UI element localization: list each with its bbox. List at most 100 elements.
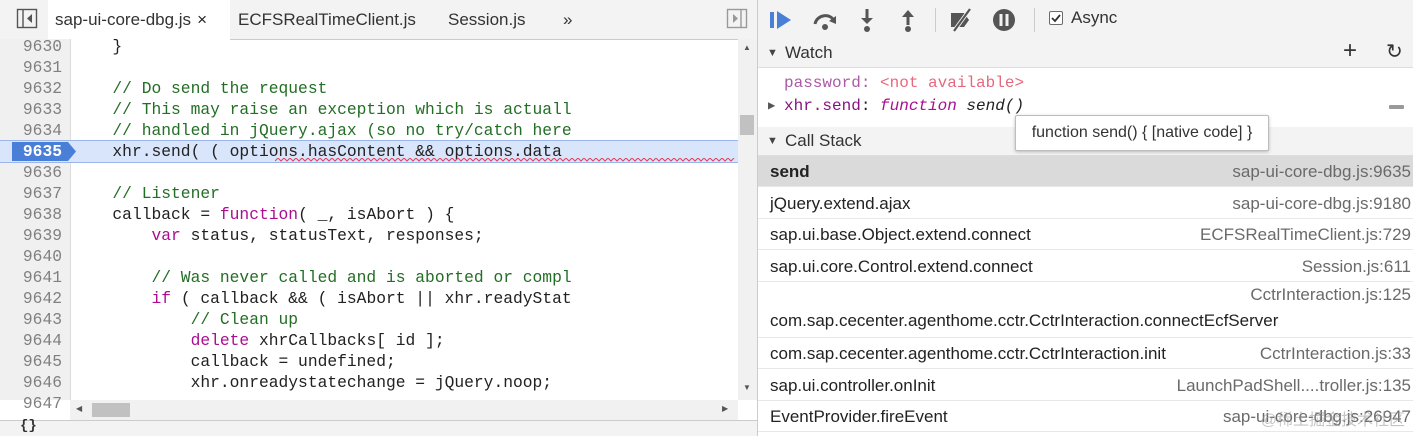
code-line[interactable]: 9639 var status, statusText, responses; bbox=[0, 225, 738, 246]
code-line-execution[interactable]: 9635 xhr.send( ( options.hasContent && o… bbox=[0, 140, 739, 163]
code-comment: // Was never called and is aborted or co… bbox=[151, 268, 572, 287]
step-into-icon bbox=[861, 9, 873, 32]
tab-label: ECFSRealTimeClient.js bbox=[238, 10, 416, 29]
line-number[interactable]: 9634 bbox=[0, 120, 66, 141]
code-line[interactable]: 9638 callback = function( _, isAbort ) { bbox=[0, 204, 738, 225]
resume-button[interactable] bbox=[768, 7, 794, 33]
code-line[interactable]: 9633 // This may raise an exception whic… bbox=[0, 99, 738, 120]
line-number[interactable]: 9637 bbox=[0, 183, 66, 204]
line-number[interactable]: 9638 bbox=[0, 204, 66, 225]
code-text: // Was never called and is aborted or co… bbox=[0, 267, 572, 288]
vertical-scroll-thumb[interactable] bbox=[740, 115, 754, 135]
line-number[interactable]: 9645 bbox=[0, 351, 66, 372]
frame-location-link[interactable]: sap-ui-core-dbg.js:9635 bbox=[1232, 162, 1411, 182]
callstack-frame[interactable]: sap.ui.base.Object.extend.connect ECFSRea… bbox=[758, 219, 1413, 250]
add-watch-button[interactable]: + bbox=[1343, 37, 1357, 65]
frame-function-name: sap.ui.controller.onInit bbox=[770, 375, 936, 395]
callstack-title: Call Stack bbox=[785, 131, 862, 150]
tab-sap-ui-core-dbg-js[interactable]: sap-ui-core-dbg.js × bbox=[48, 0, 230, 40]
line-number[interactable]: 9632 bbox=[0, 78, 66, 99]
line-number[interactable]: 9633 bbox=[0, 99, 66, 120]
watch-value-keyword: function bbox=[880, 97, 957, 115]
frame-location-link[interactable]: ECFSRealTimeClient.js:729 bbox=[1200, 225, 1411, 245]
code-line[interactable]: 9634 // handled in jQuery.ajax (so no tr… bbox=[0, 120, 738, 141]
frame-location-link[interactable]: CctrInteraction.js:33 bbox=[1260, 344, 1411, 364]
line-number[interactable]: 9642 bbox=[0, 288, 66, 309]
step-out-button[interactable] bbox=[895, 7, 921, 33]
async-checkbox[interactable] bbox=[1049, 11, 1063, 25]
code-comment: // This may raise an exception which is … bbox=[112, 100, 572, 119]
callstack-frame[interactable]: com.sap.cecenter.agenthome.cctr.CctrInte… bbox=[758, 282, 1413, 338]
line-number[interactable]: 9644 bbox=[0, 330, 66, 351]
line-number[interactable]: 9643 bbox=[0, 309, 66, 330]
watch-name: xhr.send bbox=[784, 97, 861, 115]
resume-icon bbox=[770, 11, 791, 29]
code-line[interactable]: 9641 // Was never called and is aborted … bbox=[0, 267, 738, 288]
frame-location-link[interactable]: Session.js:611 bbox=[1302, 257, 1411, 277]
code-line[interactable]: 9643 // Clean up bbox=[0, 309, 738, 330]
tab-ecfsrealtimeclient-js[interactable]: ECFSRealTimeClient.js bbox=[238, 0, 416, 39]
scroll-left-arrow-icon[interactable]: ◀ bbox=[76, 404, 82, 413]
code-text: if ( callback && ( isAbort || xhr.readyS… bbox=[0, 288, 572, 309]
frame-function-name: sap.ui.base.Object.extend.connect bbox=[770, 225, 1031, 244]
horizontal-scrollbar[interactable]: ◀ ▶ bbox=[70, 400, 738, 420]
code-line[interactable]: 9637 // Listener bbox=[0, 183, 738, 204]
callstack-frame[interactable]: com.sap.cecenter.agenthome.cctr.CctrInte… bbox=[758, 338, 1413, 369]
sources-panel: sap-ui-core-dbg.js × ECFSRealTimeClient.js… bbox=[0, 0, 757, 436]
toggle-navigator-button[interactable] bbox=[16, 7, 38, 31]
collapse-triangle-icon: ▼ bbox=[767, 135, 778, 147]
deactivate-breakpoints-button[interactable] bbox=[948, 7, 974, 33]
pause-on-exceptions-icon bbox=[993, 9, 1015, 31]
watch-expression: password: <not available> bbox=[784, 72, 1024, 94]
pause-on-exceptions-button[interactable] bbox=[991, 7, 1017, 33]
code-line[interactable]: 9636 bbox=[0, 162, 738, 183]
code-line[interactable]: 9644 delete xhrCallbacks[ id ]; bbox=[0, 330, 738, 351]
scroll-up-arrow-icon[interactable]: ▲ bbox=[743, 43, 751, 52]
callstack-frame[interactable]: sap.ui.controller.onInit LaunchPadShell..… bbox=[758, 370, 1413, 401]
toggle-debugger-button[interactable] bbox=[726, 7, 748, 31]
delete-watch-icon[interactable] bbox=[1389, 105, 1404, 109]
line-number[interactable]: 9641 bbox=[0, 267, 66, 288]
code-line[interactable]: 9642 if ( callback && ( isAbort || xhr.r… bbox=[0, 288, 738, 309]
callstack-frame[interactable]: send sap-ui-core-dbg.js:9635 bbox=[758, 156, 1413, 187]
step-over-button[interactable] bbox=[812, 7, 838, 33]
expand-triangle-icon[interactable]: ▶ bbox=[768, 95, 775, 117]
frame-function-name: jQuery.extend.ajax bbox=[770, 193, 911, 213]
code-line[interactable]: 9632 // Do send the request bbox=[0, 78, 738, 99]
code-line[interactable]: 9645 callback = undefined; bbox=[0, 351, 738, 372]
line-number[interactable]: 9639 bbox=[0, 225, 66, 246]
scroll-right-arrow-icon[interactable]: ▶ bbox=[722, 404, 728, 413]
line-number[interactable]: 9640 bbox=[0, 246, 66, 267]
pretty-print-button[interactable]: {} bbox=[20, 418, 37, 434]
callstack-frame[interactable]: sap.ui.core.Control.extend.connect Sessio… bbox=[758, 251, 1413, 282]
tabs-overflow-button[interactable]: » bbox=[563, 0, 572, 39]
tab-close-icon[interactable]: × bbox=[197, 10, 207, 29]
refresh-watch-button[interactable]: ↻ bbox=[1386, 38, 1403, 66]
step-into-button[interactable] bbox=[854, 7, 880, 33]
code-keyword: delete bbox=[190, 331, 250, 350]
vertical-scrollbar[interactable]: ▲ ▼ bbox=[738, 39, 757, 400]
code-line[interactable]: 9646 xhr.onreadystatechange = jQuery.noo… bbox=[0, 372, 738, 393]
code-line[interactable]: 9640 bbox=[0, 246, 738, 267]
line-number[interactable]: 9630 bbox=[0, 36, 66, 57]
code-editor[interactable]: 9630 } 9631 9632 // Do send the request 963… bbox=[0, 36, 739, 413]
scroll-down-arrow-icon[interactable]: ▼ bbox=[743, 383, 751, 392]
callstack-frame[interactable]: jQuery.extend.ajax sap-ui-core-dbg.js:918… bbox=[758, 188, 1413, 219]
async-label[interactable]: Async bbox=[1071, 8, 1117, 28]
horizontal-scroll-thumb[interactable] bbox=[92, 403, 130, 417]
watch-item[interactable]: ▶ xhr.send: function send() bbox=[758, 95, 1413, 117]
frame-location-link[interactable]: sap-ui-core-dbg.js:9180 bbox=[1232, 194, 1411, 214]
frame-location-link[interactable]: LaunchPadShell....troller.js:135 bbox=[1177, 376, 1411, 396]
tab-session-js[interactable]: Session.js bbox=[448, 0, 525, 39]
line-number[interactable]: 9646 bbox=[0, 372, 66, 393]
watch-pane-header[interactable]: ▼ Watch + ↻ bbox=[758, 37, 1413, 68]
line-number[interactable]: 9647 bbox=[0, 393, 66, 414]
code-line[interactable]: 9631 bbox=[0, 57, 738, 78]
watch-item[interactable]: password: <not available> bbox=[758, 72, 1413, 94]
line-number[interactable]: 9636 bbox=[0, 162, 66, 183]
line-number[interactable]: 9635 bbox=[0, 141, 66, 162]
frame-function-name: EventProvider.fireEvent bbox=[770, 407, 948, 426]
line-number[interactable]: 9631 bbox=[0, 57, 66, 78]
frame-location-link[interactable]: CctrInteraction.js:125 bbox=[1250, 285, 1411, 305]
code-line[interactable]: 9630 } bbox=[0, 36, 738, 57]
